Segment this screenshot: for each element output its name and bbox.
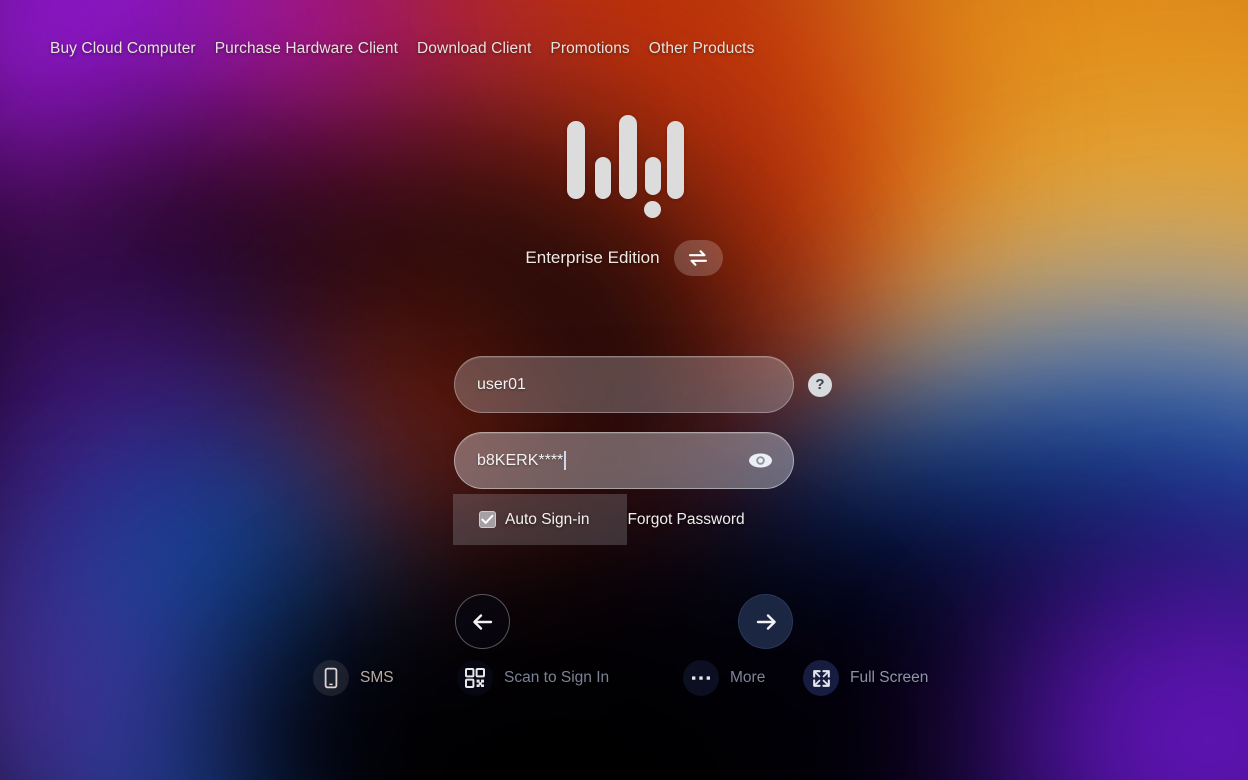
- sign-in-button[interactable]: [738, 594, 793, 649]
- navigation-buttons: [0, 594, 1248, 650]
- toolbar-more-label: More: [730, 669, 766, 686]
- forgot-password-link[interactable]: Forgot Password: [627, 511, 744, 529]
- bottom-toolbar: SMS Scan to Sign In More Full Screen: [0, 660, 1248, 698]
- options-row: Auto Sign-in Forgot Password: [453, 494, 745, 545]
- username-row: user01 ?: [0, 356, 1248, 413]
- qr-code-icon: [457, 660, 493, 696]
- arrow-left-icon: [472, 613, 492, 630]
- password-value: b8KERK****: [477, 451, 564, 469]
- username-value: user01: [477, 375, 526, 393]
- eye-icon[interactable]: [747, 451, 773, 471]
- toolbar-fullscreen[interactable]: Full Screen: [803, 660, 928, 696]
- fullscreen-icon: [803, 660, 839, 696]
- arrow-right-icon: [756, 613, 776, 630]
- toolbar-fullscreen-label: Full Screen: [850, 669, 929, 686]
- password-row: b8KERK****: [0, 432, 1248, 489]
- password-input[interactable]: b8KERK****: [454, 432, 794, 489]
- toolbar-sms[interactable]: SMS: [313, 660, 394, 696]
- login-form: user01 ? b8KERK****: [0, 356, 1248, 489]
- auto-signin-checkbox[interactable]: Auto Sign-in: [453, 511, 589, 529]
- checkmark-icon[interactable]: [479, 511, 496, 528]
- toolbar-scan-label: Scan to Sign In: [504, 669, 610, 686]
- edition-row: Enterprise Edition: [0, 240, 1248, 276]
- back-button[interactable]: [455, 594, 510, 649]
- toolbar-more[interactable]: More: [683, 660, 765, 696]
- edition-label: Enterprise Edition: [525, 248, 660, 267]
- nav-promotions[interactable]: Promotions: [550, 40, 629, 58]
- question-mark-icon[interactable]: ?: [808, 372, 832, 397]
- text-caret: [564, 451, 566, 470]
- app-logo: [0, 113, 1248, 218]
- nav-buy-cloud-computer[interactable]: Buy Cloud Computer: [50, 40, 196, 58]
- audio-bars-logo-icon: [567, 113, 684, 218]
- phone-icon: [313, 660, 349, 696]
- ellipsis-icon: [683, 660, 719, 696]
- swap-arrows-icon[interactable]: [673, 240, 723, 276]
- username-input[interactable]: user01: [454, 356, 794, 413]
- nav-purchase-hardware-client[interactable]: Purchase Hardware Client: [215, 40, 398, 58]
- toolbar-sms-label: SMS: [360, 669, 394, 686]
- nav-other-products[interactable]: Other Products: [649, 40, 755, 58]
- nav-download-client[interactable]: Download Client: [417, 40, 531, 58]
- toolbar-scan[interactable]: Scan to Sign In: [457, 660, 609, 696]
- auto-signin-label: Auto Sign-in: [505, 510, 590, 528]
- top-navigation-bar: Buy Cloud Computer Purchase Hardware Cli…: [50, 40, 754, 58]
